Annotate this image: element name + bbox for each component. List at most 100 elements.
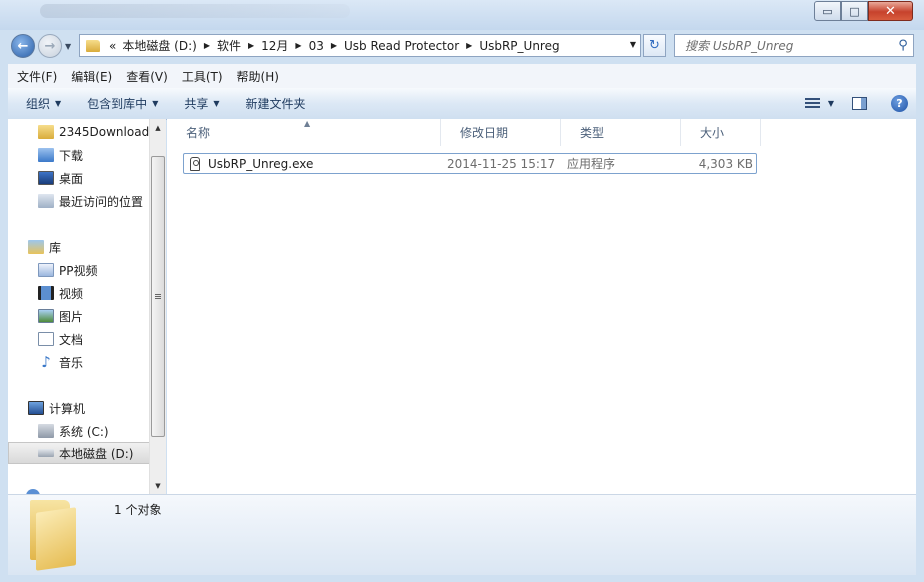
share-label: 共享 bbox=[184, 97, 209, 111]
nav-item-2345downloads[interactable]: 2345Downloads bbox=[8, 121, 166, 143]
column-header-row: 名称 ▲ 修改日期 类型 大小 bbox=[167, 119, 916, 146]
folder-icon bbox=[86, 39, 100, 52]
pictures-icon bbox=[38, 309, 54, 323]
address-dropdown-icon[interactable]: ▼ bbox=[630, 40, 636, 49]
column-label: 大小 bbox=[700, 126, 725, 140]
preview-pane-icon[interactable] bbox=[852, 97, 867, 110]
blurred-window-title bbox=[40, 4, 350, 18]
breadcrumb-separator-icon[interactable]: ▶ bbox=[244, 41, 258, 50]
share-button[interactable]: 共享 ▼ bbox=[176, 95, 227, 112]
breadcrumb-separator-icon[interactable]: ▶ bbox=[200, 41, 214, 50]
nav-item-label: 图片 bbox=[59, 309, 84, 324]
breadcrumb-overflow[interactable]: « bbox=[106, 39, 119, 53]
close-button[interactable]: ✕ bbox=[868, 1, 913, 21]
navigation-pane: 2345Downloads 下载 桌面 最近访问的位置 库 PP视频 视频 图片… bbox=[8, 119, 166, 494]
column-header-size[interactable]: 大小 bbox=[681, 119, 761, 146]
nav-item-label: 2345Downloads bbox=[59, 125, 156, 139]
nav-item-recent-places[interactable]: 最近访问的位置 bbox=[8, 190, 166, 212]
minimize-button[interactable]: ▭ bbox=[814, 1, 841, 21]
nav-item-label: 最近访问的位置 bbox=[59, 194, 144, 209]
refresh-button[interactable]: ↻ bbox=[643, 34, 666, 57]
file-list-pane[interactable]: 名称 ▲ 修改日期 类型 大小 UsbRP_Unreg.exe 2014-11-… bbox=[167, 119, 916, 494]
menu-help[interactable]: 帮助(H) bbox=[232, 68, 284, 85]
libraries-icon bbox=[28, 240, 44, 254]
breadcrumb-item-03[interactable]: 03 bbox=[306, 39, 327, 53]
magnifier-icon[interactable]: ⚲ bbox=[893, 38, 913, 53]
column-header-type[interactable]: 类型 bbox=[561, 119, 681, 146]
back-button[interactable]: ← bbox=[11, 34, 35, 58]
breadcrumb-item-december[interactable]: 12月 bbox=[258, 37, 291, 54]
nav-item-pictures[interactable]: 图片 bbox=[8, 305, 166, 327]
table-row[interactable]: UsbRP_Unreg.exe 2014-11-25 15:17 应用程序 4,… bbox=[183, 153, 757, 174]
grip-icon bbox=[155, 293, 161, 300]
file-name: UsbRP_Unreg.exe bbox=[208, 156, 314, 171]
explorer-window: ▭ □ ✕ ← → ▼ « 本地磁盘 (D:) ▶ 软件 ▶ 12月 ▶ 03 … bbox=[0, 0, 924, 582]
help-icon[interactable]: ? bbox=[891, 95, 908, 112]
menu-file[interactable]: 文件(F) bbox=[12, 68, 62, 85]
search-box[interactable]: ⚲ bbox=[674, 34, 914, 57]
breadcrumb-item-usb-read-protector[interactable]: Usb Read Protector bbox=[341, 39, 462, 53]
column-label: 名称 bbox=[186, 126, 211, 140]
recent-places-icon bbox=[38, 194, 54, 208]
breadcrumb-item-usbrp-unreg[interactable]: UsbRP_Unreg bbox=[476, 39, 562, 53]
breadcrumb-item-drive-d[interactable]: 本地磁盘 (D:) bbox=[119, 37, 199, 54]
nav-item-label: 桌面 bbox=[59, 171, 84, 186]
scrollbar-thumb[interactable] bbox=[151, 156, 165, 437]
chevron-down-icon: ▼ bbox=[55, 99, 62, 108]
menu-tools[interactable]: 工具(T) bbox=[177, 68, 228, 85]
change-view-icon[interactable] bbox=[804, 97, 820, 110]
title-bar[interactable]: ▭ □ ✕ bbox=[0, 0, 924, 30]
view-options-chevron-icon[interactable]: ▼ bbox=[828, 99, 834, 108]
command-bar: 组织 ▼ 包含到库中 ▼ 共享 ▼ 新建文件夹 ▼ ? bbox=[8, 88, 916, 120]
nav-item-drive-d[interactable]: 本地磁盘 (D:) bbox=[8, 442, 156, 464]
nav-item-drive-c[interactable]: 系统 (C:) bbox=[8, 420, 166, 442]
address-bar[interactable]: « 本地磁盘 (D:) ▶ 软件 ▶ 12月 ▶ 03 ▶ Usb Read P… bbox=[79, 34, 641, 57]
folder-icon bbox=[38, 125, 54, 139]
sort-ascending-icon: ▲ bbox=[304, 119, 311, 128]
nav-item-libraries[interactable]: 库 bbox=[8, 236, 166, 258]
column-header-modified[interactable]: 修改日期 bbox=[441, 119, 561, 146]
item-count: 1 个对象 bbox=[114, 503, 162, 517]
recent-pages-dropdown[interactable]: ▼ bbox=[65, 42, 71, 51]
chevron-down-icon: ▼ bbox=[213, 99, 220, 108]
navigation-pane-scrollbar[interactable]: ▲ ▼ bbox=[149, 119, 166, 494]
organize-label: 组织 bbox=[26, 97, 51, 111]
nav-item-downloads[interactable]: 下载 bbox=[8, 144, 166, 166]
nav-item-music[interactable]: ♪ 音乐 bbox=[8, 351, 166, 373]
desktop-icon bbox=[38, 171, 54, 185]
nav-item-computer[interactable]: 计算机 bbox=[8, 397, 166, 419]
nav-item-videos[interactable]: 视频 bbox=[8, 282, 166, 304]
new-folder-button[interactable]: 新建文件夹 bbox=[238, 95, 314, 112]
organize-button[interactable]: 组织 ▼ bbox=[18, 95, 69, 112]
nav-item-label: 库 bbox=[49, 240, 62, 255]
nav-item-label: 本地磁盘 (D:) bbox=[59, 446, 134, 461]
nav-item-desktop[interactable]: 桌面 bbox=[8, 167, 166, 189]
file-size: 4,303 KB bbox=[698, 156, 753, 171]
scroll-up-icon[interactable]: ▲ bbox=[150, 119, 166, 136]
breadcrumb-item-software[interactable]: 软件 bbox=[214, 37, 244, 54]
maximize-button[interactable]: □ bbox=[841, 1, 868, 21]
nav-item-label: 音乐 bbox=[59, 355, 84, 370]
breadcrumb-separator-icon[interactable]: ▶ bbox=[291, 41, 305, 50]
pp-video-icon bbox=[38, 263, 54, 277]
forward-button[interactable]: → bbox=[38, 34, 62, 58]
include-in-library-button[interactable]: 包含到库中 ▼ bbox=[79, 95, 166, 112]
scroll-down-icon[interactable]: ▼ bbox=[150, 477, 166, 494]
command-bar-right: ▼ ? bbox=[804, 88, 916, 119]
system-drive-icon bbox=[38, 424, 54, 438]
nav-item-documents[interactable]: 文档 bbox=[8, 328, 166, 350]
menu-view[interactable]: 查看(V) bbox=[121, 68, 173, 85]
nav-item-label: 文档 bbox=[59, 332, 84, 347]
breadcrumb-separator-icon[interactable]: ▶ bbox=[462, 41, 476, 50]
computer-icon bbox=[28, 401, 44, 415]
nav-item-pp-video[interactable]: PP视频 bbox=[8, 259, 166, 281]
usb-lock-file-icon bbox=[190, 156, 200, 171]
search-input[interactable] bbox=[683, 35, 893, 56]
column-header-name[interactable]: 名称 ▲ bbox=[167, 119, 441, 146]
column-label: 类型 bbox=[580, 126, 605, 140]
local-drive-icon bbox=[38, 449, 54, 457]
new-folder-label: 新建文件夹 bbox=[245, 97, 306, 111]
nav-item-label: 下载 bbox=[59, 148, 84, 163]
menu-edit[interactable]: 编辑(E) bbox=[66, 68, 117, 85]
breadcrumb-separator-icon[interactable]: ▶ bbox=[327, 41, 341, 50]
